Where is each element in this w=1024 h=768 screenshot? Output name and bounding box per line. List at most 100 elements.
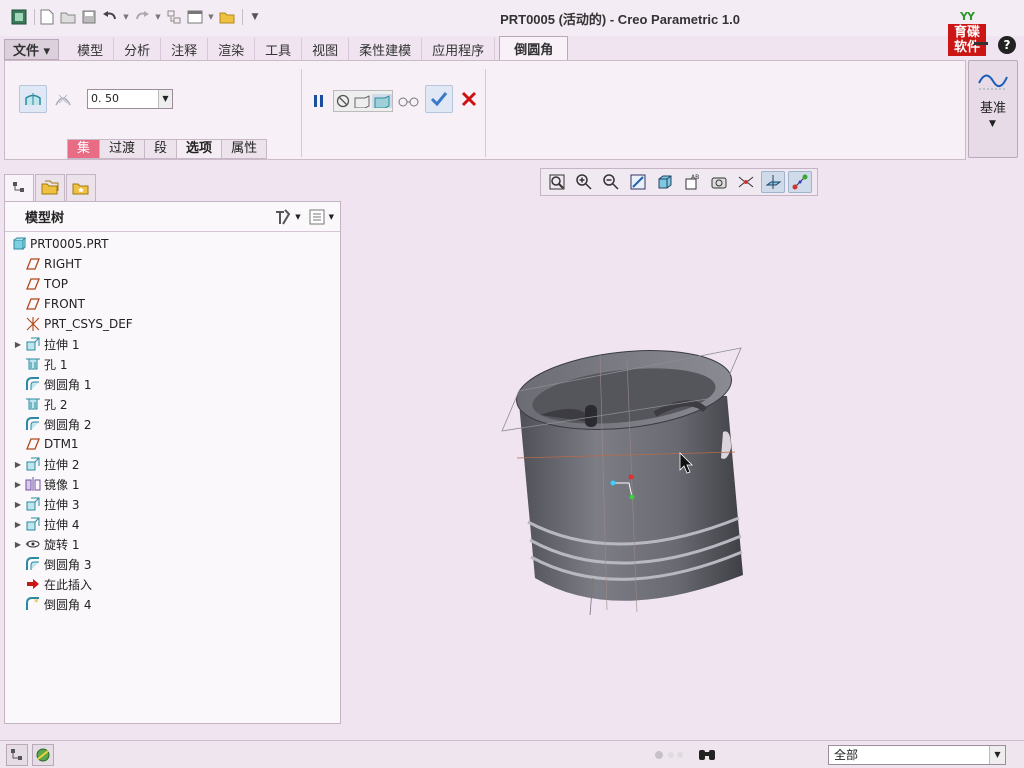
tab-annotate[interactable]: 注释 bbox=[161, 38, 209, 60]
tree-node[interactable]: ▶ 拉伸 3 bbox=[5, 494, 340, 514]
confirm-button[interactable] bbox=[425, 85, 453, 113]
tree-root[interactable]: PRT0005.PRT bbox=[5, 234, 340, 254]
subtab-transitions[interactable]: 过渡 bbox=[99, 139, 145, 159]
tree-node[interactable]: ▶ 镜像 1 bbox=[5, 474, 340, 494]
settings-tools-icon[interactable] bbox=[273, 208, 293, 226]
expand-arrow-icon[interactable]: ▶ bbox=[11, 457, 25, 471]
perspective-icon[interactable] bbox=[734, 171, 758, 193]
tab-round[interactable]: 倒圆角 bbox=[499, 36, 569, 60]
undo-icon[interactable] bbox=[101, 8, 119, 26]
tree-node[interactable]: * 倒圆角 4 bbox=[5, 594, 340, 614]
tree-node[interactable]: 孔 1 bbox=[5, 354, 340, 374]
tree-node[interactable]: ▶ 拉伸 2 bbox=[5, 454, 340, 474]
regenerate-icon[interactable] bbox=[165, 8, 183, 26]
tab-model[interactable]: 模型 bbox=[67, 38, 115, 60]
tree-node[interactable]: 倒圆角 1 bbox=[5, 374, 340, 394]
minimize-ribbon-icon[interactable] bbox=[974, 42, 988, 45]
help-icon[interactable]: ? bbox=[998, 36, 1016, 54]
svg-text:*: * bbox=[34, 598, 39, 608]
tab-analysis[interactable]: 分析 bbox=[114, 38, 162, 60]
chevron-down-icon[interactable]: ▼ bbox=[295, 213, 300, 221]
no-preview-icon[interactable] bbox=[334, 94, 352, 108]
subtab-sets[interactable]: 集 bbox=[67, 139, 100, 159]
tree-node[interactable]: ▶ 旋转 1 bbox=[5, 534, 340, 554]
favorites-icon bbox=[72, 183, 89, 195]
new-file-icon[interactable] bbox=[38, 8, 56, 26]
tree-node[interactable]: ▶ 拉伸 1 bbox=[5, 334, 340, 354]
redo-icon[interactable] bbox=[133, 8, 151, 26]
geometry-preview-icon[interactable] bbox=[352, 94, 372, 108]
saved-views-icon[interactable]: AB bbox=[680, 171, 704, 193]
graphics-toolbar: AB bbox=[540, 168, 818, 196]
tree-node[interactable]: 孔 2 bbox=[5, 394, 340, 414]
tree-node[interactable]: DTM1 bbox=[5, 434, 340, 454]
pause-icon[interactable] bbox=[309, 91, 329, 111]
datum-icon bbox=[978, 74, 1008, 90]
chevron-down-icon[interactable]: ▼ bbox=[154, 8, 162, 26]
tab-folder-browser[interactable] bbox=[35, 174, 65, 202]
full-round-button[interactable] bbox=[49, 85, 77, 113]
toggle-navigator-icon[interactable] bbox=[6, 744, 28, 766]
selection-filter[interactable]: 全部 ▼ bbox=[828, 745, 1006, 765]
chevron-down-icon[interactable]: ▼ bbox=[122, 8, 130, 26]
feature-preview-icon[interactable] bbox=[372, 94, 392, 108]
chevron-down-icon[interactable]: ▼ bbox=[989, 119, 996, 129]
open-folder-icon[interactable] bbox=[59, 8, 77, 26]
find-binoculars-icon[interactable] bbox=[698, 746, 716, 762]
show-list-icon[interactable] bbox=[309, 209, 325, 225]
chevron-down-icon[interactable]: ▼ bbox=[329, 213, 334, 221]
zoom-in-icon[interactable] bbox=[572, 171, 596, 193]
chevron-down-icon[interactable]: ▼ bbox=[207, 8, 215, 26]
constant-round-button[interactable] bbox=[19, 85, 47, 113]
chevron-down-icon[interactable]: ▼ bbox=[989, 746, 1005, 764]
expand-arrow-icon[interactable]: ▶ bbox=[11, 497, 25, 511]
expand-arrow-icon[interactable]: ▶ bbox=[11, 477, 25, 491]
view-manager-icon[interactable] bbox=[707, 171, 731, 193]
expand-arrow-icon[interactable]: ▶ bbox=[11, 337, 25, 351]
tab-applications[interactable]: 应用程序 bbox=[422, 38, 496, 60]
verify-glasses-icon[interactable] bbox=[397, 95, 421, 107]
tree-node[interactable]: 在此插入 bbox=[5, 574, 340, 594]
spin-center-icon[interactable] bbox=[788, 171, 812, 193]
tab-favorites[interactable] bbox=[66, 174, 96, 202]
window-title: PRT0005 (活动的) - Creo Parametric 1.0 bbox=[500, 12, 740, 27]
tab-render[interactable]: 渲染 bbox=[208, 38, 256, 60]
expand-arrow-icon[interactable]: ▶ bbox=[11, 517, 25, 531]
folder-icon[interactable] bbox=[218, 8, 236, 26]
radius-input[interactable]: 0. 50 ▼ bbox=[87, 89, 173, 109]
toggle-browser-icon[interactable] bbox=[32, 744, 54, 766]
expand-arrow-icon[interactable]: ▶ bbox=[11, 537, 25, 551]
subtab-properties[interactable]: 属性 bbox=[221, 139, 268, 159]
refit-icon[interactable] bbox=[545, 171, 569, 193]
datum-display-icon[interactable] bbox=[761, 171, 785, 193]
tree-node[interactable]: TOP bbox=[5, 274, 340, 294]
tab-tools[interactable]: 工具 bbox=[255, 38, 303, 60]
tree-node[interactable]: RIGHT bbox=[5, 254, 340, 274]
customize-toolbar-icon[interactable]: ▼ bbox=[246, 8, 264, 26]
tree-node[interactable]: 倒圆角 3 bbox=[5, 554, 340, 574]
tree-node[interactable]: ▶ 拉伸 4 bbox=[5, 514, 340, 534]
repaint-icon[interactable] bbox=[626, 171, 650, 193]
tree-node[interactable]: 倒圆角 2 bbox=[5, 414, 340, 434]
folders-icon bbox=[41, 180, 59, 195]
zoom-out-icon[interactable] bbox=[599, 171, 623, 193]
chevron-down-icon[interactable]: ▼ bbox=[158, 90, 172, 108]
subtab-pieces[interactable]: 段 bbox=[144, 139, 177, 159]
tree-node[interactable]: PRT_CSYS_DEF bbox=[5, 314, 340, 334]
display-style-icon[interactable] bbox=[653, 171, 677, 193]
subtab-options[interactable]: 选项 bbox=[176, 139, 222, 159]
graphics-area[interactable] bbox=[345, 200, 1024, 735]
tab-flexible-modeling[interactable]: 柔性建模 bbox=[349, 38, 423, 60]
tree-node[interactable]: FRONT bbox=[5, 294, 340, 314]
piston-model[interactable] bbox=[345, 200, 1024, 735]
datum-group[interactable]: 基准 ▼ bbox=[968, 60, 1018, 158]
tab-file[interactable]: 文件 ▾ bbox=[4, 39, 60, 60]
cancel-button[interactable] bbox=[455, 85, 483, 113]
app-icon[interactable] bbox=[10, 8, 28, 26]
tab-view[interactable]: 视图 bbox=[302, 38, 350, 60]
revolve-icon bbox=[25, 536, 41, 552]
tab-model-tree[interactable] bbox=[4, 174, 34, 202]
insert-here-icon bbox=[25, 576, 41, 592]
save-icon[interactable] bbox=[80, 8, 98, 26]
windows-icon[interactable] bbox=[186, 8, 204, 26]
